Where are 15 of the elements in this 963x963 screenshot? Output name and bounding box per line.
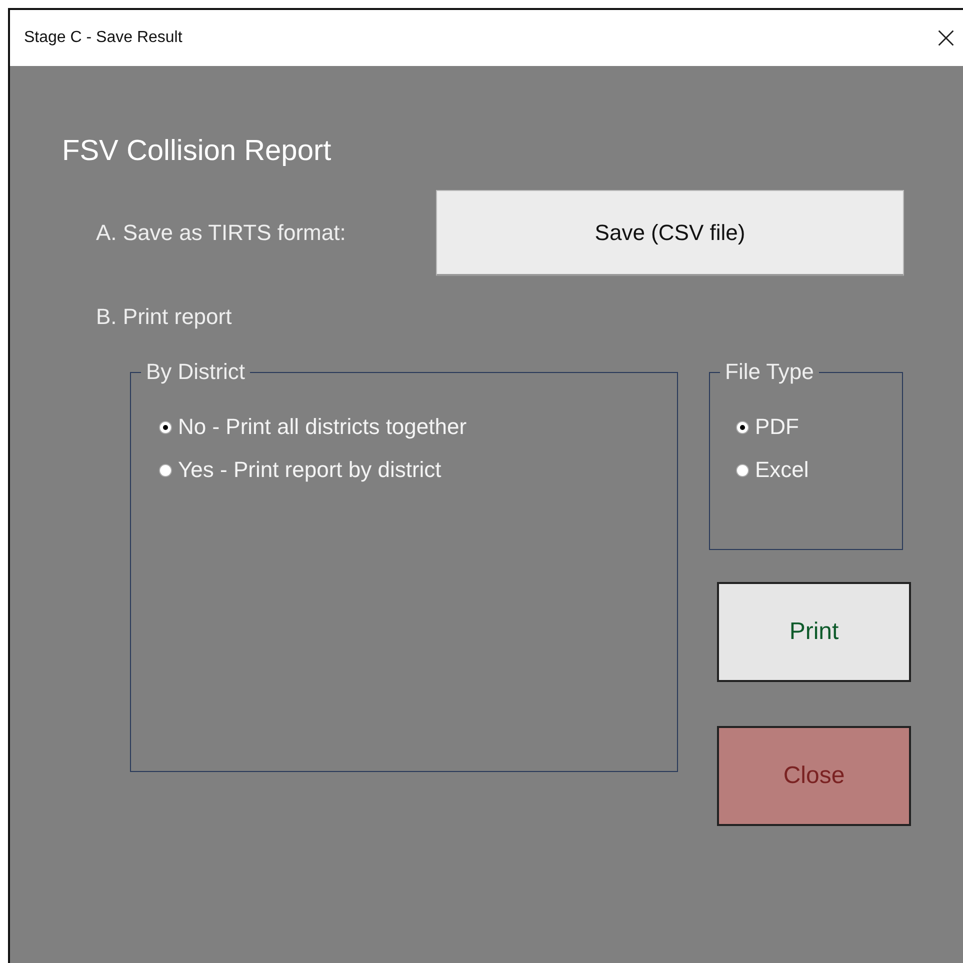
window-title: Stage C - Save Result	[24, 29, 182, 47]
option-label: Excel	[755, 457, 809, 483]
radio-button[interactable]	[159, 420, 172, 434]
radio-button[interactable]	[736, 464, 749, 476]
section-label: A. Save as TIRTS format:	[96, 220, 347, 246]
radio-button[interactable]	[736, 420, 749, 434]
option-label: No - Print all districts together	[178, 414, 467, 440]
dialog-heading: FSV Collision Report	[62, 134, 332, 168]
print-button[interactable]: Print	[717, 582, 911, 682]
save-button[interactable]: Save (CSV file)	[436, 190, 904, 276]
radio-button[interactable]	[159, 464, 172, 476]
option-label: PDF	[755, 414, 799, 440]
option-label: Yes - Print report by district	[178, 457, 442, 483]
close-icon[interactable]	[937, 29, 955, 47]
section-label: B. Print report	[96, 304, 232, 330]
